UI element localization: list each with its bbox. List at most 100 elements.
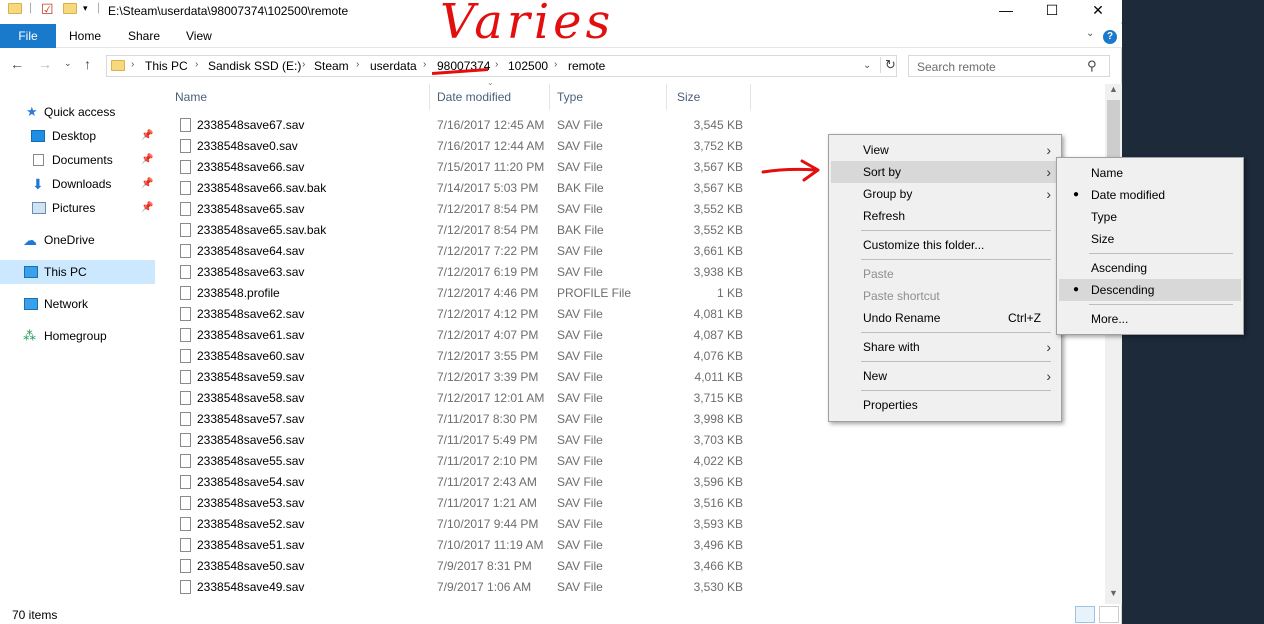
back-button[interactable]: ←: [10, 56, 24, 72]
properties-icon[interactable]: ☑: [41, 1, 54, 18]
large-icons-view-icon[interactable]: [1099, 606, 1119, 623]
chevron-right-icon[interactable]: ›: [302, 59, 305, 70]
sort-option-type[interactable]: Type: [1059, 206, 1241, 228]
menu-item-undo-rename[interactable]: Undo Rename Ctrl+Z: [831, 307, 1059, 329]
file-row[interactable]: 2338548save52.sav 7/10/2017 9:44 PM SAV Fi…: [165, 514, 755, 535]
chevron-right-icon[interactable]: ›: [131, 59, 134, 70]
file-row[interactable]: 2338548save54.sav 7/11/2017 2:43 AM SAV Fi…: [165, 472, 755, 493]
file-row[interactable]: 2338548save49.sav 7/9/2017 1:06 AM SAV Fil…: [165, 577, 755, 598]
file-row[interactable]: 2338548save50.sav 7/9/2017 8:31 PM SAV Fil…: [165, 556, 755, 577]
chevron-right-icon[interactable]: ›: [554, 59, 557, 70]
recent-locations-icon[interactable]: ⌄: [64, 58, 72, 69]
sort-order-descending[interactable]: ● Descending: [1059, 279, 1241, 301]
chevron-right-icon[interactable]: ›: [495, 59, 498, 70]
file-row[interactable]: 2338548.profile 7/12/2017 4:46 PM PROFILE …: [165, 283, 755, 304]
file-row[interactable]: 2338548save66.sav.bak 7/14/2017 5:03 PM BA…: [165, 178, 755, 199]
refresh-icon[interactable]: ↻: [880, 57, 896, 73]
menu-item-share-with[interactable]: Share with ›: [831, 336, 1059, 358]
file-row[interactable]: 2338548save57.sav 7/11/2017 8:30 PM SAV Fi…: [165, 409, 755, 430]
breadcrumb-userdata[interactable]: userdata: [370, 59, 417, 73]
file-row[interactable]: 2338548save51.sav 7/10/2017 11:19 AM SAV F…: [165, 535, 755, 556]
tab-share[interactable]: Share: [118, 24, 170, 48]
details-view-icon[interactable]: [1075, 606, 1095, 623]
nav-this-pc[interactable]: This PC: [0, 260, 155, 284]
file-row[interactable]: 2338548save0.sav 7/16/2017 12:44 AM SAV Fi…: [165, 136, 755, 157]
customize-quick-access-icon[interactable]: ▾: [83, 3, 88, 14]
file-row[interactable]: 2338548save59.sav 7/12/2017 3:39 PM SAV Fi…: [165, 367, 755, 388]
nav-desktop[interactable]: Desktop 📌: [0, 125, 155, 147]
pin-icon[interactable]: 📌: [141, 125, 153, 147]
file-row[interactable]: 2338548save53.sav 7/11/2017 1:21 AM SAV Fi…: [165, 493, 755, 514]
menu-item-paste-shortcut[interactable]: Paste shortcut: [831, 285, 1059, 307]
menu-item-view[interactable]: View ›: [831, 139, 1059, 161]
column-header-size[interactable]: Size: [667, 84, 751, 110]
chevron-down-icon[interactable]: ⌄: [863, 60, 871, 71]
file-row[interactable]: 2338548save55.sav 7/11/2017 2:10 PM SAV Fi…: [165, 451, 755, 472]
file-row[interactable]: 2338548save65.sav 7/12/2017 8:54 PM SAV Fi…: [165, 199, 755, 220]
menu-item-sort-by[interactable]: Sort by ›: [831, 161, 1059, 183]
close-button[interactable]: ✕: [1075, 0, 1121, 22]
up-button[interactable]: ↑: [84, 56, 91, 72]
search-box[interactable]: Search remote ⚲: [908, 55, 1110, 77]
nav-downloads[interactable]: ⬇ Downloads 📌: [0, 173, 155, 195]
file-row[interactable]: 2338548save61.sav 7/12/2017 4:07 PM SAV Fi…: [165, 325, 755, 346]
file-row[interactable]: 2338548save64.sav 7/12/2017 7:22 PM SAV Fi…: [165, 241, 755, 262]
sort-option-name[interactable]: Name: [1059, 162, 1241, 184]
sort-option-more[interactable]: More...: [1059, 308, 1241, 330]
nav-onedrive[interactable]: ☁ OneDrive: [0, 229, 155, 251]
folder-icon[interactable]: [8, 3, 22, 14]
file-row[interactable]: 2338548save67.sav 7/16/2017 12:45 AM SAV F…: [165, 115, 755, 136]
tab-file[interactable]: File: [0, 24, 56, 48]
nav-pictures[interactable]: Pictures 📌: [0, 197, 155, 219]
file-row[interactable]: 2338548save56.sav 7/11/2017 5:49 PM SAV Fi…: [165, 430, 755, 451]
chevron-right-icon[interactable]: ›: [356, 59, 359, 70]
breadcrumb-remote[interactable]: remote: [568, 59, 605, 73]
scroll-down-icon[interactable]: ▼: [1109, 588, 1118, 598]
sort-option-date-modified[interactable]: ● Date modified: [1059, 184, 1241, 206]
menu-item-new[interactable]: New ›: [831, 365, 1059, 387]
breadcrumb-app-id[interactable]: 102500: [508, 59, 548, 73]
search-input[interactable]: Search remote: [917, 60, 996, 74]
menu-item-refresh[interactable]: Refresh: [831, 205, 1059, 227]
file-row[interactable]: 2338548save60.sav 7/12/2017 3:55 PM SAV Fi…: [165, 346, 755, 367]
column-header-type[interactable]: Type: [547, 84, 667, 110]
nav-documents[interactable]: Documents 📌: [0, 149, 155, 171]
address-bar[interactable]: › This PC › Sandisk SSD (E:) › Steam › u…: [106, 55, 897, 77]
nav-quick-access[interactable]: ★ Quick access: [0, 101, 155, 123]
scrollbar-thumb[interactable]: [1107, 100, 1120, 160]
forward-button[interactable]: →: [38, 56, 52, 72]
pin-icon[interactable]: 📌: [141, 173, 153, 195]
expand-ribbon-icon[interactable]: ⌄: [1086, 28, 1094, 39]
menu-item-customize[interactable]: Customize this folder...: [831, 234, 1059, 256]
tab-home[interactable]: Home: [59, 24, 111, 48]
chevron-right-icon[interactable]: ›: [423, 59, 426, 70]
file-row[interactable]: 2338548save63.sav 7/12/2017 6:19 PM SAV Fi…: [165, 262, 755, 283]
minimize-button[interactable]: —: [983, 0, 1029, 22]
file-row[interactable]: 2338548save62.sav 7/12/2017 4:12 PM SAV Fi…: [165, 304, 755, 325]
sort-order-ascending[interactable]: Ascending: [1059, 257, 1241, 279]
breadcrumb-drive[interactable]: Sandisk SSD (E:): [208, 59, 301, 73]
menu-item-properties[interactable]: Properties: [831, 394, 1059, 416]
tab-view[interactable]: View: [176, 24, 222, 48]
maximize-button[interactable]: ☐: [1029, 0, 1075, 22]
search-icon[interactable]: ⚲: [1087, 58, 1097, 74]
file-row[interactable]: 2338548save58.sav 7/12/2017 12:01 AM SAV F…: [165, 388, 755, 409]
help-icon[interactable]: ?: [1103, 30, 1117, 44]
menu-item-paste[interactable]: Paste: [831, 263, 1059, 285]
column-header-name[interactable]: Name: [165, 84, 430, 110]
file-row[interactable]: 2338548save65.sav.bak 7/12/2017 8:54 PM BA…: [165, 220, 755, 241]
pin-icon[interactable]: 📌: [141, 149, 153, 171]
menu-item-group-by[interactable]: Group by ›: [831, 183, 1059, 205]
breadcrumb-this-pc[interactable]: This PC: [145, 59, 188, 73]
breadcrumb-steam[interactable]: Steam: [314, 59, 349, 73]
column-header-date[interactable]: Date modified: [427, 84, 550, 110]
sort-option-size[interactable]: Size: [1059, 228, 1241, 250]
pin-icon[interactable]: 📌: [141, 197, 153, 219]
nav-network[interactable]: Network: [0, 293, 155, 315]
file-date: 7/16/2017 12:45 AM: [437, 118, 545, 132]
file-row[interactable]: 2338548save66.sav 7/15/2017 11:20 PM SAV F…: [165, 157, 755, 178]
scroll-up-icon[interactable]: ▲: [1109, 84, 1118, 94]
new-folder-icon[interactable]: [63, 3, 77, 14]
chevron-right-icon[interactable]: ›: [195, 59, 198, 70]
nav-homegroup[interactable]: ⁂ Homegroup: [0, 325, 155, 347]
